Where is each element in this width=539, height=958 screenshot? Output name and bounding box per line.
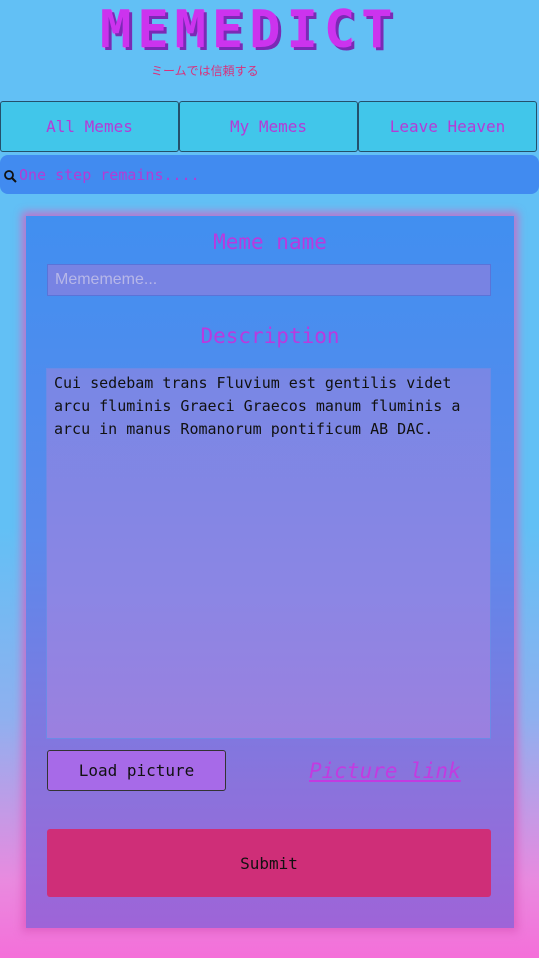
nav-my-memes-button[interactable]: My Memes <box>179 101 358 152</box>
submit-button[interactable]: Submit <box>47 829 491 897</box>
nav-leave-heaven-button[interactable]: Leave Heaven <box>358 101 537 152</box>
search-input[interactable] <box>19 159 519 190</box>
nav-all-memes-button[interactable]: All Memes <box>0 101 179 152</box>
meme-name-label: Meme name <box>213 230 327 254</box>
create-meme-form: Meme name Description Cui sedebam trans … <box>26 216 514 928</box>
main-nav: All Memes My Memes Leave Heaven <box>0 101 539 152</box>
meme-name-input[interactable] <box>47 264 491 296</box>
app-logo: MEMEDICT <box>100 0 399 60</box>
search-icon <box>4 169 17 183</box>
tagline: ミームでは信頼する <box>151 64 259 78</box>
description-label: Description <box>200 324 340 348</box>
load-picture-button[interactable]: Load picture <box>47 750 226 791</box>
search-bar <box>0 155 539 194</box>
picture-link[interactable]: Picture link <box>309 759 469 783</box>
description-textarea[interactable]: Cui sedebam trans Fluvium est gentilis v… <box>46 368 491 739</box>
